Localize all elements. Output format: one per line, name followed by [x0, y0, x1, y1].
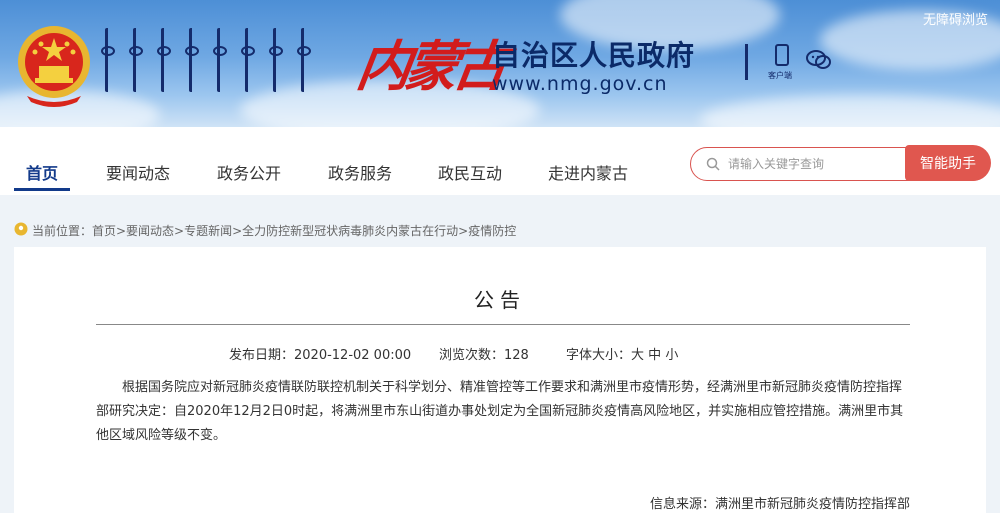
national-emblem-icon: [18, 26, 90, 107]
accessibility-link[interactable]: 无障碍浏览: [923, 9, 988, 28]
article-body: 根据国务院应对新冠肺炎疫情联防联控机制关于科学划分、精准管控等工作要求和满洲里市…: [96, 380, 904, 443]
breadcrumb[interactable]: 当前位置：首页>要闻动态>专题新闻>全力防控新型冠状病毒肺炎内蒙古在行动>疫情防…: [32, 222, 516, 239]
active-nav-indicator: [14, 188, 70, 191]
nav-item-home[interactable]: 首页: [26, 160, 58, 184]
font-size-control: 字体大小：大 中 小: [566, 344, 678, 363]
phone-icon[interactable]: [775, 44, 789, 66]
smart-assistant-button[interactable]: 智能助手: [905, 145, 991, 181]
nav-item-gov-affairs[interactable]: 政务公开: [217, 160, 281, 184]
client-label[interactable]: 客户端: [768, 70, 792, 81]
site-header-banner: 内蒙古 自治区人民政府 www.nmg.gov.cn 客户端 无障碍浏览: [0, 0, 1000, 127]
publish-date: 发布日期：2020-12-02 00:00: [229, 348, 412, 363]
site-title[interactable]: 自治区人民政府: [492, 34, 695, 74]
article-title: 公告: [474, 288, 526, 312]
view-count: 浏览次数：128: [439, 348, 529, 363]
title-divider: [96, 324, 910, 325]
font-size-small[interactable]: 小: [665, 348, 678, 363]
mongolian-script-logo: [101, 28, 345, 98]
article-source: 信息来源：满洲里市新冠肺炎疫情防控指挥部: [649, 497, 910, 512]
nav-item-gov-services[interactable]: 政务服务: [328, 160, 392, 184]
inner-mongolia-calligraphy: 内蒙古: [352, 34, 506, 98]
nav-item-news[interactable]: 要闻动态: [106, 160, 170, 184]
font-size-medium[interactable]: 中: [648, 348, 661, 363]
wechat-icon[interactable]: [806, 50, 832, 70]
font-size-label: 字体大小：: [566, 348, 632, 363]
site-url[interactable]: www.nmg.gov.cn: [492, 73, 668, 95]
nav-item-interaction[interactable]: 政民互动: [438, 160, 502, 184]
search-input[interactable]: [728, 154, 898, 174]
mongolian-version-link[interactable]: [745, 44, 759, 80]
font-size-large[interactable]: 大: [631, 348, 644, 363]
search-icon[interactable]: [706, 157, 720, 171]
nav-item-about-inner-mongolia[interactable]: 走进内蒙古: [548, 160, 628, 184]
location-pin-icon: [14, 222, 28, 236]
